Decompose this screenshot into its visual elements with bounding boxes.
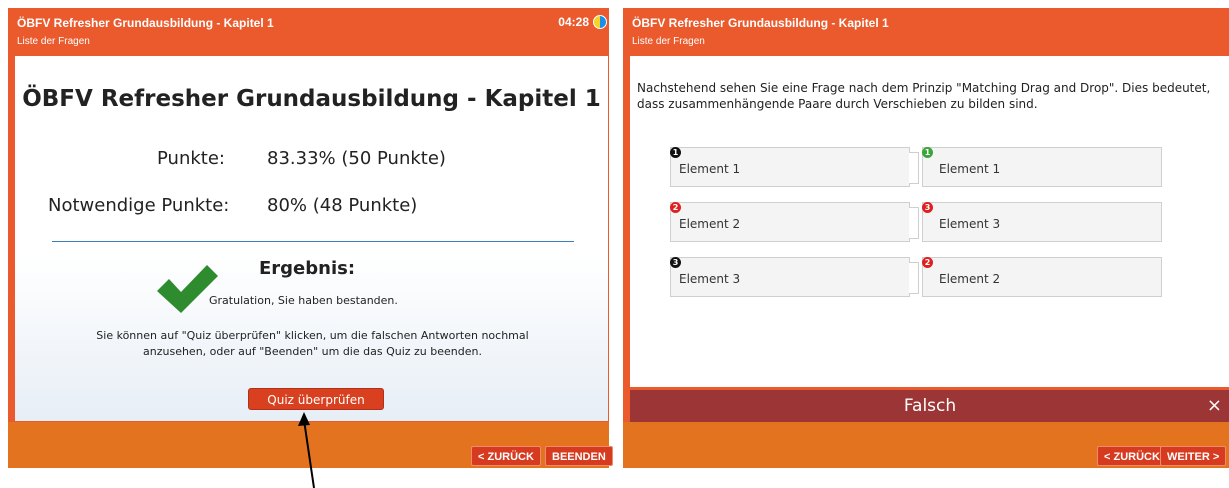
quiz-title: ÖBFV Refresher Grundausbildung - Kapitel… <box>632 16 889 30</box>
next-button[interactable]: WEITER > <box>1160 446 1227 466</box>
item-label: Element 3 <box>939 217 1001 231</box>
score-label: Punkte: <box>157 148 225 169</box>
item-label: Element 3 <box>679 272 741 286</box>
divider <box>52 241 574 242</box>
question-list-link[interactable]: Liste der Fragen <box>17 36 90 47</box>
target-item[interactable]: 3 Element 3 <box>922 202 1162 242</box>
feedback-text: Falsch <box>903 396 957 416</box>
item-label: Element 2 <box>679 217 741 231</box>
result-text: Gratulation, Sie haben bestanden. <box>209 294 398 307</box>
item-number-badge: 3 <box>922 202 933 213</box>
review-quiz-button[interactable]: Quiz überprüfen <box>248 388 384 410</box>
close-icon[interactable]: × <box>1207 395 1222 416</box>
score-value: 83.33% (50 Punkte) <box>267 148 446 169</box>
checkmark-icon <box>157 265 218 313</box>
info-line-2: anzusehen, oder auf "Beenden" um die das… <box>143 345 482 358</box>
quiz-title: ÖBFV Refresher Grundausbildung - Kapitel… <box>17 16 274 30</box>
timer: 04:28 <box>558 15 589 29</box>
score-row: Punkte: <box>157 148 225 169</box>
drop-connector <box>909 207 919 239</box>
item-number-badge: 2 <box>670 202 681 213</box>
required-row: Notwendige Punkte: <box>48 195 229 216</box>
source-item[interactable]: 1 Element 1 <box>670 147 910 187</box>
item-number-badge: 3 <box>670 257 681 268</box>
required-label: Notwendige Punkte: <box>48 195 230 216</box>
info-text: Sie können auf "Quiz überprüfen" klicken… <box>35 328 590 360</box>
question-content: Nachstehend sehen Sie eine Frage nach de… <box>630 56 1229 387</box>
result-panel: ÖBFV Refresher Grundausbildung - Kapitel… <box>8 8 613 468</box>
required-value-row: 80% (48 Punkte) <box>267 195 417 216</box>
end-button[interactable]: BEENDEN <box>545 446 613 466</box>
result-title: Ergebnis: <box>259 258 356 279</box>
back-button[interactable]: < ZURÜCK <box>1097 446 1167 466</box>
info-line-1: Sie können auf "Quiz überprüfen" klicken… <box>96 329 529 342</box>
required-value: 80% (48 Punkte) <box>267 195 418 216</box>
item-label: Element 1 <box>939 162 1001 176</box>
back-button[interactable]: < ZURÜCK <box>471 446 541 466</box>
target-item[interactable]: 1 Element 1 <box>922 147 1162 187</box>
result-content: ÖBFV Refresher Grundausbildung - Kapitel… <box>15 56 608 421</box>
target-item[interactable]: 2 Element 2 <box>922 257 1162 297</box>
question-list-link[interactable]: Liste der Fragen <box>632 36 705 47</box>
item-label: Element 1 <box>679 162 741 176</box>
page-title: ÖBFV Refresher Grundausbildung - Kapitel… <box>22 86 601 112</box>
item-number-badge: 1 <box>670 147 681 158</box>
timer-pie-icon <box>593 15 607 29</box>
drop-connector <box>909 262 919 294</box>
item-number-badge: 1 <box>922 147 933 158</box>
source-item[interactable]: 3 Element 3 <box>670 257 910 297</box>
source-item[interactable]: 2 Element 2 <box>670 202 910 242</box>
item-label: Element 2 <box>939 272 1001 286</box>
question-text: Nachstehend sehen Sie eine Frage nach de… <box>637 81 1211 111</box>
question-panel: ÖBFV Refresher Grundausbildung - Kapitel… <box>623 8 1229 468</box>
drop-connector <box>909 152 919 184</box>
feedback-bar: Falsch × <box>630 390 1229 422</box>
score-value-row: 83.33% (50 Punkte) <box>267 148 446 169</box>
item-number-badge: 2 <box>922 257 933 268</box>
